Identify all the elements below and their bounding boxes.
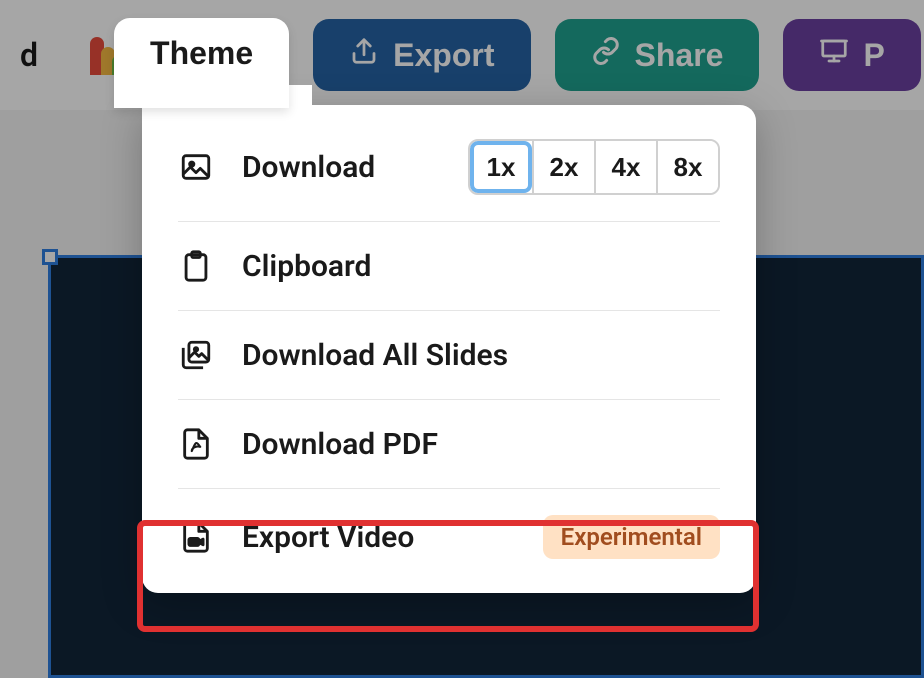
clipboard-icon <box>178 248 214 284</box>
share-button[interactable]: Share <box>555 19 760 91</box>
export-icon <box>349 36 379 74</box>
export-dropdown: Download 1x 2x 4x 8x Clipboard Download … <box>142 105 756 593</box>
menu-item-label: Download All Slides <box>242 338 720 373</box>
toolbar-left-fragment: d <box>20 36 38 74</box>
scale-4x[interactable]: 4x <box>594 141 656 193</box>
menu-item-label: Export Video <box>242 520 515 555</box>
menu-item-download[interactable]: Download 1x 2x 4x 8x <box>142 113 756 221</box>
export-button-label: Export <box>393 37 494 74</box>
theme-button[interactable]: Theme <box>114 18 289 108</box>
menu-item-export-video[interactable]: Export Video Experimental <box>142 489 756 585</box>
scale-selector: 1x 2x 4x 8x <box>468 139 720 195</box>
export-button[interactable]: Export <box>313 19 530 91</box>
video-file-icon <box>178 519 214 555</box>
menu-item-download-pdf[interactable]: Download PDF <box>142 400 756 488</box>
scale-2x[interactable]: 2x <box>532 141 594 193</box>
toolbar: d Theme Export Share P <box>0 0 924 110</box>
images-stack-icon <box>178 337 214 373</box>
selection-handle[interactable] <box>42 249 58 265</box>
pdf-icon <box>178 426 214 462</box>
presentation-icon <box>819 36 849 74</box>
scale-1x[interactable]: 1x <box>470 141 532 193</box>
scale-8x[interactable]: 8x <box>656 141 718 193</box>
present-button[interactable]: P <box>783 19 920 91</box>
link-icon <box>591 36 621 74</box>
menu-item-download-all[interactable]: Download All Slides <box>142 311 756 399</box>
experimental-badge: Experimental <box>543 515 720 559</box>
present-button-label: P <box>863 37 884 74</box>
theme-button-label: Theme <box>150 35 253 72</box>
menu-item-clipboard[interactable]: Clipboard <box>142 222 756 310</box>
share-button-label: Share <box>635 37 724 74</box>
menu-item-label: Download PDF <box>242 427 720 462</box>
menu-item-label: Download <box>242 150 440 185</box>
menu-item-label: Clipboard <box>242 249 720 284</box>
image-icon <box>178 149 214 185</box>
